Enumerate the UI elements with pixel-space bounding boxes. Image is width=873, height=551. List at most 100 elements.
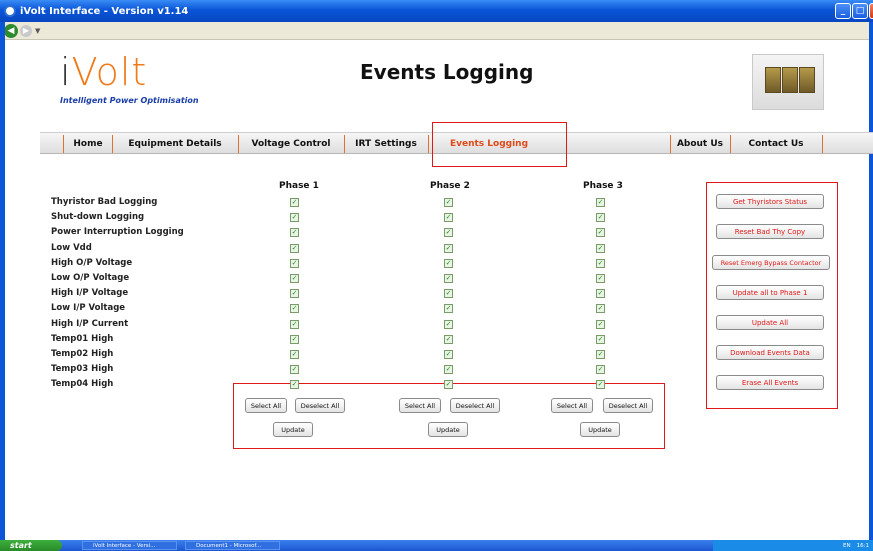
phase-3-checkbox[interactable]: ✓	[596, 258, 605, 268]
phase-3-checkbox[interactable]: ✓	[596, 213, 605, 223]
logo-text: Volt	[71, 50, 148, 94]
phase-3-deselect-all-button[interactable]: Deselect All	[603, 398, 653, 413]
menu-contact-us[interactable]: Contact Us	[731, 133, 821, 155]
phase-3-checkbox[interactable]: ✓	[596, 243, 605, 253]
event-row-label: Shut-down Logging	[51, 212, 145, 223]
system-tray: EN 16:1	[713, 540, 873, 551]
phase-2-checkbox[interactable]: ✓	[444, 334, 453, 344]
menu-irt-settings[interactable]: IRT Settings	[345, 133, 427, 155]
phase-2-select-all-button[interactable]: Select All	[399, 398, 441, 413]
phase-1-checkbox[interactable]: ✓	[290, 304, 299, 314]
phase-1-checkbox[interactable]: ✓	[290, 198, 299, 207]
navigation-toolbar: ◀ ▶ ▼	[0, 22, 873, 40]
product-image	[752, 54, 824, 110]
phase-1-deselect-all-button[interactable]: Deselect All	[295, 398, 345, 413]
phase-1-update-button[interactable]: Update	[273, 422, 313, 437]
phase-2-header: Phase 2	[430, 181, 470, 191]
phase-3-select-all-button[interactable]: Select All	[551, 398, 593, 413]
phase-2-checkbox[interactable]: ✓	[444, 243, 453, 253]
event-row-label: Temp03 High	[51, 364, 114, 375]
tray-language[interactable]: EN	[843, 543, 851, 549]
logo-tagline: Intelligent Power Optimisation	[60, 96, 199, 105]
phase-1-checkbox[interactable]: ✓	[290, 365, 299, 375]
phase-1-checkbox[interactable]: ✓	[290, 319, 299, 329]
phase-3-checkbox[interactable]: ✓	[596, 380, 605, 390]
event-row-label: High I/P Voltage	[51, 288, 129, 299]
phase-1-checkbox[interactable]: ✓	[290, 213, 299, 223]
window-title: iVolt Interface - Version v1.14	[20, 5, 189, 17]
erase-all-events-button[interactable]: Erase All Events	[716, 375, 824, 390]
event-row-label: Power Interruption Logging	[51, 227, 184, 238]
phase-3-checkbox[interactable]: ✓	[596, 289, 605, 299]
menu-equipment-details[interactable]: Equipment Details	[113, 133, 237, 155]
phase-1-checkbox[interactable]: ✓	[290, 289, 299, 299]
phase-3-checkbox[interactable]: ✓	[596, 365, 605, 375]
event-row-label: Low O/P Voltage	[51, 273, 130, 283]
phase-3-checkbox[interactable]: ✓	[596, 274, 605, 283]
minimize-button[interactable]: _	[835, 3, 851, 19]
phase-1-checkbox[interactable]: ✓	[290, 228, 299, 238]
phase-1-header: Phase 1	[279, 181, 319, 191]
phase-3-header: Phase 3	[583, 181, 623, 191]
phase-2-checkbox[interactable]: ✓	[444, 228, 453, 238]
phase-2-checkbox[interactable]: ✓	[444, 365, 453, 375]
phase-3-checkbox[interactable]: ✓	[596, 350, 605, 359]
event-row-label: Low I/P Voltage	[51, 303, 126, 314]
phase-3-checkbox[interactable]: ✓	[596, 228, 605, 238]
phase-2-checkbox[interactable]: ✓	[444, 350, 453, 359]
page-title: Events Logging	[360, 60, 534, 84]
phase-3-checkbox[interactable]: ✓	[596, 319, 605, 329]
update-all-button[interactable]: Update All	[716, 315, 824, 330]
menu-about-us[interactable]: About Us	[671, 133, 729, 155]
start-button[interactable]: start	[0, 540, 62, 551]
phase-3-checkbox[interactable]: ✓	[596, 198, 605, 207]
phase-1-checkbox[interactable]: ✓	[290, 350, 299, 359]
phase-2-deselect-all-button[interactable]: Deselect All	[450, 398, 500, 413]
ivolt-logo: iVolt Intelligent Power Optimisation	[60, 52, 210, 112]
event-row-label: Temp04 High	[51, 379, 114, 390]
phase-2-update-button[interactable]: Update	[428, 422, 468, 437]
phase-2-checkbox[interactable]: ✓	[444, 274, 453, 283]
logo-i: i	[60, 50, 72, 94]
event-row-label: Thyristor Bad Logging	[51, 197, 158, 207]
window-frame-left	[0, 22, 5, 540]
phase-1-checkbox[interactable]: ✓	[290, 258, 299, 268]
close-button[interactable]	[869, 3, 873, 19]
phase-2-checkbox[interactable]: ✓	[444, 319, 453, 329]
update-all-to-phase-1-button[interactable]: Update all to Phase 1	[716, 285, 824, 300]
event-row-label: High O/P Voltage	[51, 257, 133, 268]
event-row-label: Temp01 High	[51, 333, 114, 344]
menu-home[interactable]: Home	[64, 133, 112, 155]
annotation-box-events-tab	[432, 122, 567, 167]
get-thyristors-status-button[interactable]: Get Thyristors Status	[716, 194, 824, 209]
menu-voltage-control[interactable]: Voltage Control	[239, 133, 343, 155]
taskbar-item-document[interactable]: Document1 - Microsof...	[185, 541, 280, 550]
forward-arrow-icon[interactable]: ▶	[20, 24, 32, 37]
tray-clock: 16:1	[856, 542, 869, 549]
phase-2-checkbox[interactable]: ✓	[444, 198, 453, 207]
maximize-button[interactable]: □	[852, 3, 868, 19]
windows-taskbar: start iVolt Interface - Versi... Documen…	[0, 540, 873, 551]
phase-3-update-button[interactable]: Update	[580, 422, 620, 437]
event-row-label: High I/P Current	[51, 318, 129, 329]
history-dropdown-icon[interactable]: ▼	[35, 27, 40, 35]
phase-2-checkbox[interactable]: ✓	[444, 380, 453, 390]
phase-3-checkbox[interactable]: ✓	[596, 304, 605, 314]
reset-bad-thy-copy-button[interactable]: Reset Bad Thy Copy	[716, 224, 824, 239]
phase-2-checkbox[interactable]: ✓	[444, 258, 453, 268]
phase-1-select-all-button[interactable]: Select All	[245, 398, 287, 413]
taskbar-item-ivolt[interactable]: iVolt Interface - Versi...	[82, 541, 177, 550]
phase-1-checkbox[interactable]: ✓	[290, 380, 299, 390]
phase-2-checkbox[interactable]: ✓	[444, 304, 453, 314]
download-events-data-button[interactable]: Download Events Data	[716, 345, 824, 360]
phase-3-checkbox[interactable]: ✓	[596, 334, 605, 344]
window-title-bar: iVolt Interface - Version v1.14 _ □	[0, 0, 873, 22]
phase-2-checkbox[interactable]: ✓	[444, 289, 453, 299]
phase-1-checkbox[interactable]: ✓	[290, 243, 299, 253]
back-arrow-icon[interactable]: ◀	[4, 23, 18, 38]
annotation-box-phase-buttons	[233, 383, 665, 449]
reset-emerg-bypass-contactor-button[interactable]: Reset Emerg Bypass Contactor	[712, 255, 830, 270]
phase-2-checkbox[interactable]: ✓	[444, 213, 453, 223]
phase-1-checkbox[interactable]: ✓	[290, 334, 299, 344]
phase-1-checkbox[interactable]: ✓	[290, 274, 299, 283]
